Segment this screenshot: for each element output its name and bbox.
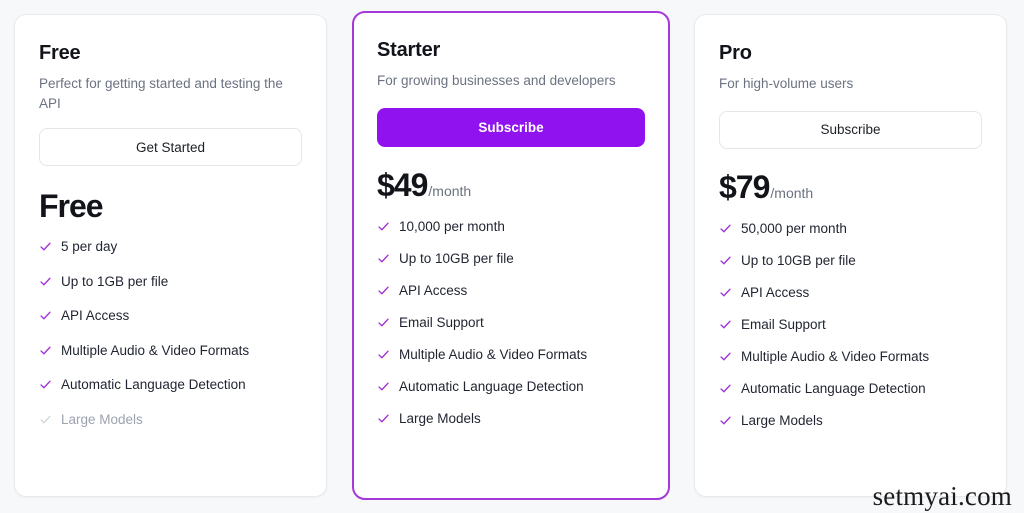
feature-list-starter: 10,000 per month Up to 10GB per file API… [377, 218, 645, 428]
check-icon [39, 413, 52, 426]
pricing-plans-grid: Free Perfect for getting started and tes… [0, 0, 1024, 513]
feature-label: Automatic Language Detection [61, 377, 246, 393]
feature-item: Up to 10GB per file [719, 252, 982, 270]
check-icon [377, 284, 390, 297]
feature-item: 5 per day [39, 238, 302, 256]
price-amount-pro: $79 [719, 168, 770, 205]
feature-item: 50,000 per month [719, 220, 982, 238]
price-amount-free: Free [39, 188, 104, 225]
feature-label: Multiple Audio & Video Formats [741, 348, 930, 364]
feature-item: Multiple Audio & Video Formats [39, 342, 302, 360]
plan-name-pro: Pro [719, 42, 752, 64]
subscribe-button-pro[interactable]: Subscribe [719, 110, 982, 149]
check-icon [377, 348, 390, 361]
feature-label: Email Support [741, 316, 826, 332]
check-icon [39, 309, 52, 322]
price-period-starter: /month [428, 182, 472, 199]
plan-price-starter: $49 /month [377, 169, 645, 201]
feature-label: Large Models [61, 411, 143, 427]
check-icon [719, 414, 732, 427]
feature-item: API Access [377, 282, 645, 300]
check-icon [39, 344, 52, 357]
feature-label: Email Support [399, 314, 484, 330]
feature-item: Large Models [719, 412, 982, 430]
feature-label: 50,000 per month [741, 220, 847, 236]
feature-label: API Access [61, 308, 130, 324]
check-icon [39, 275, 52, 288]
plan-price-pro: $79 /month [719, 171, 982, 203]
pricing-card-pro: Pro For high-volume users Subscribe $79 … [694, 14, 1007, 497]
feature-label: API Access [741, 284, 810, 300]
feature-label: Large Models [741, 412, 823, 428]
check-icon [377, 252, 390, 265]
feature-label: Up to 10GB per file [399, 250, 514, 266]
feature-item: Automatic Language Detection [377, 378, 645, 396]
check-icon [377, 220, 390, 233]
price-period-pro: /month [770, 184, 814, 201]
feature-label: Up to 1GB per file [61, 273, 169, 289]
feature-label: API Access [399, 282, 468, 298]
check-icon [719, 350, 732, 363]
plan-name-free: Free [39, 42, 81, 64]
feature-item: API Access [39, 307, 302, 325]
feature-item: Up to 10GB per file [377, 250, 645, 268]
subscribe-button-starter[interactable]: Subscribe [377, 107, 645, 147]
feature-item: Up to 1GB per file [39, 273, 302, 291]
feature-item: Automatic Language Detection [39, 376, 302, 394]
feature-item: Multiple Audio & Video Formats [719, 348, 982, 366]
check-icon [719, 254, 732, 267]
site-watermark: setmyai.com [872, 481, 1012, 511]
check-icon [719, 222, 732, 235]
check-icon [377, 316, 390, 329]
feature-item: Email Support [377, 314, 645, 332]
plan-description-pro: For high-volume users [719, 76, 854, 91]
feature-label: 5 per day [61, 239, 118, 255]
plan-price-free: Free [39, 190, 302, 222]
feature-item: Multiple Audio & Video Formats [377, 346, 645, 364]
check-icon [719, 318, 732, 331]
feature-list-pro: 50,000 per month Up to 10GB per file API… [719, 220, 982, 430]
price-amount-starter: $49 [377, 166, 428, 203]
feature-label: Large Models [399, 410, 481, 426]
check-icon [719, 286, 732, 299]
pricing-card-free: Free Perfect for getting started and tes… [14, 14, 327, 497]
check-icon [377, 380, 390, 393]
check-icon [39, 378, 52, 391]
feature-item: 10,000 per month [377, 218, 645, 236]
plan-description-free: Perfect for getting started and testing … [39, 76, 283, 111]
feature-label: Multiple Audio & Video Formats [61, 342, 250, 358]
feature-label: Automatic Language Detection [399, 378, 584, 394]
feature-list-free: 5 per day Up to 1GB per file API Access … [39, 238, 302, 428]
feature-item: Automatic Language Detection [719, 380, 982, 398]
feature-label: Automatic Language Detection [741, 380, 926, 396]
check-icon [377, 412, 390, 425]
feature-item: Email Support [719, 316, 982, 334]
plan-name-starter: Starter [377, 39, 441, 61]
feature-label: Up to 10GB per file [741, 252, 856, 268]
feature-item-disabled: Large Models [39, 411, 302, 429]
get-started-button[interactable]: Get Started [39, 128, 302, 167]
feature-item: API Access [719, 284, 982, 302]
feature-label: 10,000 per month [399, 218, 505, 234]
plan-description-starter: For growing businesses and developers [377, 73, 616, 88]
check-icon [719, 382, 732, 395]
feature-item: Large Models [377, 410, 645, 428]
feature-label: Multiple Audio & Video Formats [399, 346, 588, 362]
pricing-card-starter: Starter For growing businesses and devel… [352, 11, 670, 500]
check-icon [39, 240, 52, 253]
